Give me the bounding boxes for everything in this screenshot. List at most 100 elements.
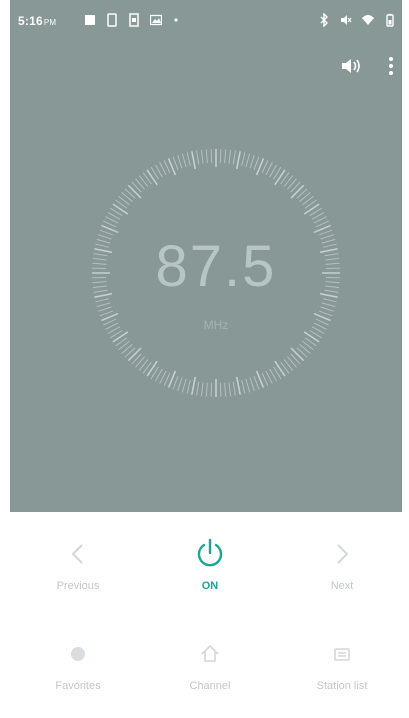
- wifi-icon: [362, 13, 374, 27]
- favorite-icon: [23, 636, 133, 672]
- status-time-ampm: PM: [43, 18, 57, 27]
- dial-tick: [219, 149, 222, 164]
- controls-panel: Previous ON Next Favorites Channel Stati…: [10, 512, 402, 718]
- dial-tick: [205, 382, 208, 397]
- dial-tick: [186, 379, 191, 394]
- dial-tick: [172, 376, 179, 390]
- favorites-button[interactable]: Favorites: [23, 636, 133, 692]
- dial-tick: [290, 184, 305, 199]
- dial-tick: [181, 378, 187, 393]
- frequency-unit: MHz: [203, 318, 229, 332]
- dial-tick: [241, 379, 246, 394]
- dial-tick: [191, 376, 197, 395]
- dial-tick: [181, 153, 187, 168]
- dial-tick: [97, 306, 112, 312]
- dial-tick: [228, 149, 232, 164]
- dial-tick: [315, 220, 329, 228]
- dial-tick: [249, 377, 255, 392]
- frequency-display: 87.5: [155, 234, 277, 299]
- dial-tick: [112, 203, 129, 215]
- battery-icon: [384, 13, 396, 27]
- dial-tick: [235, 376, 241, 395]
- sim-icon: [128, 13, 140, 27]
- dial-tick: [232, 150, 236, 165]
- previous-button[interactable]: Previous: [23, 536, 133, 592]
- chevron-right-icon: [287, 536, 397, 572]
- dial-tick: [265, 370, 273, 384]
- power-button[interactable]: ON: [155, 536, 265, 592]
- overflow-menu-icon[interactable]: [388, 56, 394, 76]
- channel-button[interactable]: Channel: [155, 636, 265, 692]
- dial-tick: [241, 152, 246, 167]
- dial-tick: [313, 216, 327, 224]
- dial-tick: [191, 151, 197, 170]
- image-icon: [150, 13, 162, 27]
- dial-tick: [210, 382, 213, 397]
- mute-icon: [340, 13, 352, 27]
- dial-tick: [159, 162, 167, 176]
- status-bar: 5:16PM: [10, 0, 402, 48]
- station-list-button[interactable]: Station list: [287, 636, 397, 692]
- dial-tick: [112, 331, 129, 343]
- frequency-dial[interactable]: 87.5 MHz: [86, 143, 346, 403]
- dial-tick: [245, 153, 251, 168]
- list-icon: [287, 636, 397, 672]
- dial-tick: [224, 149, 227, 164]
- dial-tick: [224, 382, 227, 397]
- dial-tick: [320, 306, 335, 312]
- next-button[interactable]: Next: [287, 536, 397, 592]
- next-label: Next: [330, 580, 354, 592]
- dial-tick: [177, 377, 183, 392]
- dial-tick: [172, 156, 179, 170]
- speaker-icon[interactable]: [340, 57, 362, 75]
- status-time: 5:16PM: [18, 14, 56, 28]
- dial-tick: [163, 160, 171, 174]
- dial-tick: [261, 160, 269, 174]
- dial-tick: [290, 347, 305, 362]
- dial-tick: [321, 302, 336, 308]
- station-list-label: Station list: [316, 680, 368, 692]
- dial-tick: [163, 372, 171, 386]
- favorites-label: Favorites: [55, 680, 101, 692]
- dial-tick: [228, 382, 232, 397]
- dial-tick: [249, 154, 255, 169]
- dial-tick: [103, 220, 117, 228]
- dial-tick: [200, 382, 204, 397]
- dial-tick: [245, 378, 251, 393]
- dial-tick: [200, 149, 204, 164]
- dial-tick: [146, 169, 158, 186]
- dial-tick: [303, 203, 320, 215]
- dial-tick: [319, 310, 333, 317]
- power-icon: [155, 536, 265, 572]
- dial-tick: [177, 154, 183, 169]
- phone-icon: [106, 13, 118, 27]
- dial-tick: [186, 152, 191, 167]
- power-label: ON: [201, 580, 219, 592]
- sd-card-icon: [84, 13, 96, 27]
- dial-tick: [210, 149, 213, 164]
- dial-tick: [265, 162, 273, 176]
- bluetooth-icon: [318, 13, 330, 27]
- dial-tick: [146, 360, 158, 377]
- dial-tick: [274, 360, 286, 377]
- dial-tick: [274, 169, 286, 186]
- chevron-left-icon: [23, 536, 133, 572]
- dot-icon: [172, 13, 184, 27]
- dial-tick: [205, 149, 208, 164]
- dial-tick: [232, 381, 236, 396]
- dial-tick: [253, 376, 260, 390]
- dial-tick: [261, 372, 269, 386]
- dial-tick: [127, 347, 142, 362]
- dial-tick: [219, 382, 222, 397]
- dial-tick: [196, 381, 200, 396]
- dial-tick: [127, 184, 142, 199]
- toolbar: [340, 56, 394, 76]
- status-time-value: 5:16: [18, 14, 43, 28]
- status-icons-left: [84, 13, 184, 27]
- previous-label: Previous: [56, 580, 100, 592]
- dial-tick: [159, 370, 167, 384]
- dial-tick: [96, 302, 111, 308]
- dial-tick: [253, 156, 260, 170]
- radio-panel: 5:16PM 87.5 MHz: [10, 0, 402, 512]
- channel-label: Channel: [189, 680, 231, 692]
